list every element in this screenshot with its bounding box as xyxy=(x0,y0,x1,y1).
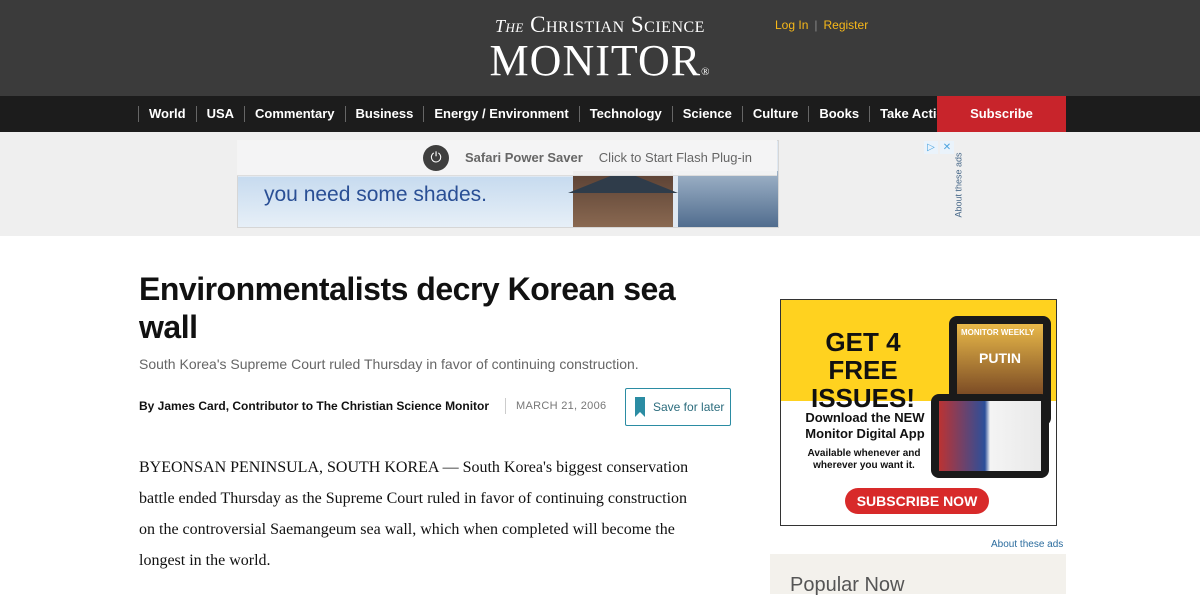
nav-list: World USA Commentary Business Energy / E… xyxy=(138,96,998,132)
banner-people-image xyxy=(678,171,778,227)
nav-item-world[interactable]: World xyxy=(138,106,196,122)
logo-top-text: Christian Science xyxy=(530,12,705,37)
save-for-later-button[interactable]: Save for later xyxy=(625,388,731,426)
nav-item-commentary[interactable]: Commentary xyxy=(244,106,344,122)
byline-divider xyxy=(505,398,506,414)
about-ads-vertical-label: About these ads xyxy=(953,152,964,218)
nav-item-science[interactable]: Science xyxy=(671,106,742,122)
about-ads-vertical[interactable]: About these ads xyxy=(952,150,976,230)
logo-top-line: The Christian Science xyxy=(0,12,1200,39)
popular-now-title: Popular Now xyxy=(790,574,905,596)
flash-plugin-bar[interactable]: ⏻ Safari Power Saver Click to Start Flas… xyxy=(237,140,777,176)
nav-item-usa[interactable]: USA xyxy=(195,106,244,122)
auth-separator: | xyxy=(814,18,818,32)
flash-title: Safari Power Saver xyxy=(465,150,583,165)
auth-links: Log In | Register xyxy=(775,18,868,32)
magazine-cover-text: PUTIN xyxy=(979,350,1021,366)
logo-main-line: MONITOR® xyxy=(0,39,1200,94)
logo-the: The xyxy=(495,16,524,36)
side-ad[interactable]: GET 4 FREE ISSUES! MONITOR WEEKLY PUTIN … xyxy=(780,299,1057,526)
nav-item-energy-environment[interactable]: Energy / Environment xyxy=(423,106,578,122)
article-subhead: South Korea's Supreme Court ruled Thursd… xyxy=(139,356,639,372)
plug-icon: ⏻ xyxy=(423,144,449,171)
banner-text: you need some shades. xyxy=(264,183,487,206)
tablet-screen-2 xyxy=(939,401,1041,471)
adchoices-icon[interactable]: ▷ xyxy=(924,141,938,154)
site-logo[interactable]: The Christian Science MONITOR® xyxy=(0,12,1200,94)
ad-choice-icons: ▷ ✕ xyxy=(924,141,954,154)
about-ads-link[interactable]: About these ads xyxy=(991,539,1063,550)
nav-item-technology[interactable]: Technology xyxy=(578,106,672,122)
tablet-image-2 xyxy=(931,394,1049,478)
side-ad-line1: Download the NEW Monitor Digital App xyxy=(805,410,925,441)
flash-message: Click to Start Flash Plug-in xyxy=(598,150,752,165)
save-label: Save for later xyxy=(653,400,725,414)
article-byline: By James Card, Contributor to The Christ… xyxy=(139,399,490,413)
article-date: MARCH 21, 2006 xyxy=(516,400,607,412)
nav-item-books[interactable]: Books xyxy=(808,106,869,122)
popular-now-panel: Popular Now xyxy=(770,554,1066,596)
subscribe-button[interactable]: Subscribe xyxy=(937,96,1066,132)
magazine-brand: MONITOR WEEKLY xyxy=(961,328,1035,337)
main-nav: World USA Commentary Business Energy / E… xyxy=(0,96,1200,132)
bookmark-icon xyxy=(635,397,645,417)
masthead: The Christian Science MONITOR® Log In | Re… xyxy=(0,0,1200,96)
logo-main-text: MONITOR xyxy=(489,36,702,85)
nav-item-culture[interactable]: Culture xyxy=(741,106,809,122)
logo-registered-mark: ® xyxy=(701,66,711,78)
article-body: BYEONSAN PENINSULA, SOUTH KOREA — South … xyxy=(139,459,689,569)
article-headline: Environmentalists decry Korean sea wall xyxy=(139,271,676,345)
login-link[interactable]: Log In xyxy=(775,18,808,32)
side-ad-headline: GET 4 FREE ISSUES! xyxy=(810,327,916,413)
register-link[interactable]: Register xyxy=(824,18,869,32)
side-ad-subscribe-button[interactable]: SUBSCRIBE NOW xyxy=(845,488,989,514)
nav-item-business[interactable]: Business xyxy=(344,106,424,122)
side-ad-line2: Available whenever and wherever you want… xyxy=(807,448,921,471)
